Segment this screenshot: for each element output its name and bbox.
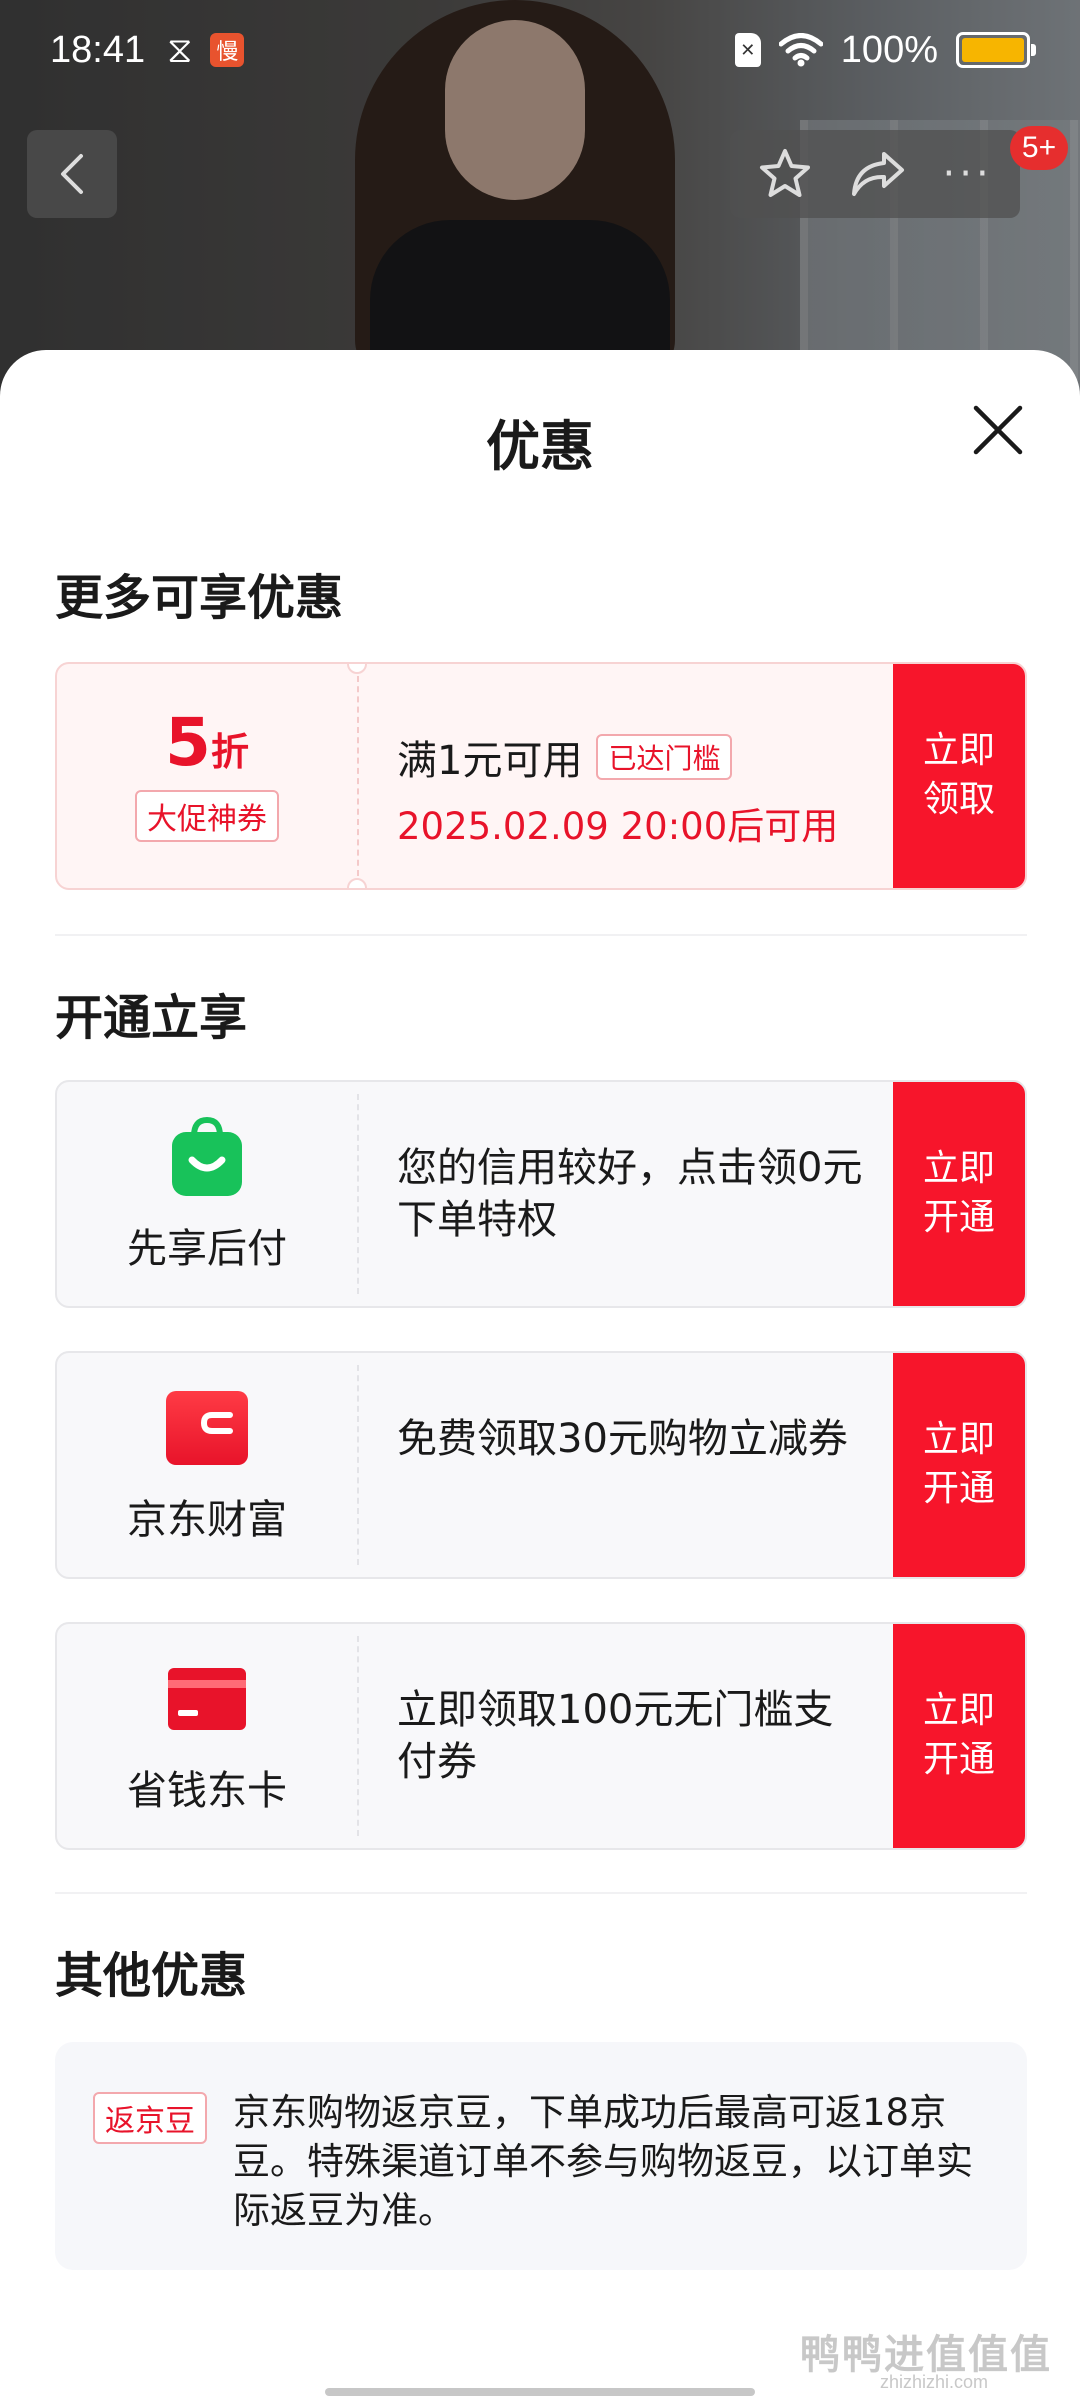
card-perforation xyxy=(357,1094,359,1294)
star-favorite-icon[interactable] xyxy=(757,146,813,202)
service-card-jd-wealth: 京东财富 免费领取30元购物立减券 立即开通 xyxy=(55,1351,1027,1579)
close-icon[interactable] xyxy=(968,400,1028,460)
service-name: 省钱东卡 xyxy=(127,1768,287,1814)
coupon-card: 5折 大促神券 满1元可用 已达门槛 2025.02.09 20:00后可用 立… xyxy=(55,662,1027,890)
service-card-saving-card: 省钱东卡 立即领取100元无门槛支付券 立即开通 xyxy=(55,1622,1027,1850)
card-icon xyxy=(168,1668,246,1730)
status-time: 18:41 xyxy=(50,28,146,71)
service-card-pay-later: 先享后付 您的信用较好，点击领0元下单特权 立即开通 xyxy=(55,1080,1027,1308)
section-divider xyxy=(55,934,1027,936)
battery-icon xyxy=(956,32,1036,68)
hourglass-icon: ⧖ xyxy=(167,28,193,70)
section-title-more-discounts: 更多可享优惠 xyxy=(55,570,344,626)
section-divider xyxy=(55,1892,1027,1894)
claim-coupon-button[interactable]: 立即领取 xyxy=(893,664,1025,888)
battery-percent: 100% xyxy=(840,28,938,71)
open-service-label: 立即开通 xyxy=(922,1148,995,1238)
discount-unit: 折 xyxy=(210,730,249,774)
coupon-condition: 满1元可用 xyxy=(397,738,583,784)
service-name: 京东财富 xyxy=(127,1497,287,1543)
share-icon[interactable] xyxy=(848,148,908,200)
service-description: 免费领取30元购物立减券 xyxy=(397,1416,848,1462)
service-name: 先享后付 xyxy=(127,1226,287,1272)
sheet-title: 优惠 xyxy=(486,415,594,478)
coupon-perforation xyxy=(357,676,359,876)
shopping-bag-icon xyxy=(172,1116,242,1196)
discount-sheet: 优惠 更多可享优惠 5折 大促神券 满1元可用 已达门槛 2025.02.09 … xyxy=(0,350,1080,2400)
jd-bean-rebate-info: 返京豆 京东购物返京豆，下单成功后最高可返18京豆。特殊渠道订单不参与购物返豆，… xyxy=(55,2042,1027,2270)
service-card-left: 省钱东卡 xyxy=(57,1624,357,1848)
wifi-icon xyxy=(778,33,823,67)
service-card-left: 京东财富 xyxy=(57,1353,357,1577)
rebate-description: 京东购物返京豆，下单成功后最高可返18京豆。特殊渠道订单不参与购物返豆，以订单实… xyxy=(233,2091,973,2233)
service-description: 您的信用较好，点击领0元下单特权 xyxy=(397,1145,863,1243)
top-action-bar: ··· xyxy=(730,130,1020,218)
coupon-notch-bottom xyxy=(347,878,367,888)
card-perforation xyxy=(357,1636,359,1836)
chevron-left-icon xyxy=(61,154,83,194)
wallet-icon xyxy=(166,1391,248,1465)
coupon-valid-date: 2025.02.09 20:00后可用 xyxy=(397,805,839,848)
threshold-reached-badge: 已达门槛 xyxy=(596,734,733,780)
section-title-other-discounts: 其他优惠 xyxy=(55,1948,248,2004)
coupon-value-area: 5折 大促神券 xyxy=(57,664,357,888)
status-bar: 18:41 ⧖ 慢 ✕ 100% xyxy=(0,0,1080,100)
service-card-left: 先享后付 xyxy=(57,1082,357,1306)
coupon-discount: 5折 xyxy=(165,710,249,776)
watermark-url: zhizhizhi.com xyxy=(880,2372,989,2392)
more-options-icon[interactable]: ··· xyxy=(943,154,993,194)
claim-coupon-label: 立即领取 xyxy=(922,730,995,820)
card-perforation xyxy=(357,1365,359,1565)
no-sim-icon: ✕ xyxy=(734,33,761,67)
open-service-button[interactable]: 立即开通 xyxy=(893,1353,1025,1577)
message-count-badge[interactable]: 5+ xyxy=(1010,126,1068,170)
open-service-button[interactable]: 立即开通 xyxy=(893,1624,1025,1848)
open-service-button[interactable]: 立即开通 xyxy=(893,1082,1025,1306)
coupon-details: 满1元可用 已达门槛 2025.02.09 20:00后可用 xyxy=(397,728,917,850)
back-button[interactable] xyxy=(27,130,117,218)
section-title-open-services: 开通立享 xyxy=(55,990,248,1046)
rebate-tag: 返京豆 xyxy=(93,2092,207,2144)
coupon-type-tag: 大促神券 xyxy=(135,790,279,842)
open-service-label: 立即开通 xyxy=(922,1419,995,1509)
open-service-label: 立即开通 xyxy=(922,1690,995,1780)
service-description: 立即领取100元无门槛支付券 xyxy=(397,1687,834,1785)
app-notification-icon: 慢 xyxy=(210,33,245,67)
discount-value: 5 xyxy=(165,704,211,781)
home-indicator[interactable] xyxy=(325,2388,755,2396)
